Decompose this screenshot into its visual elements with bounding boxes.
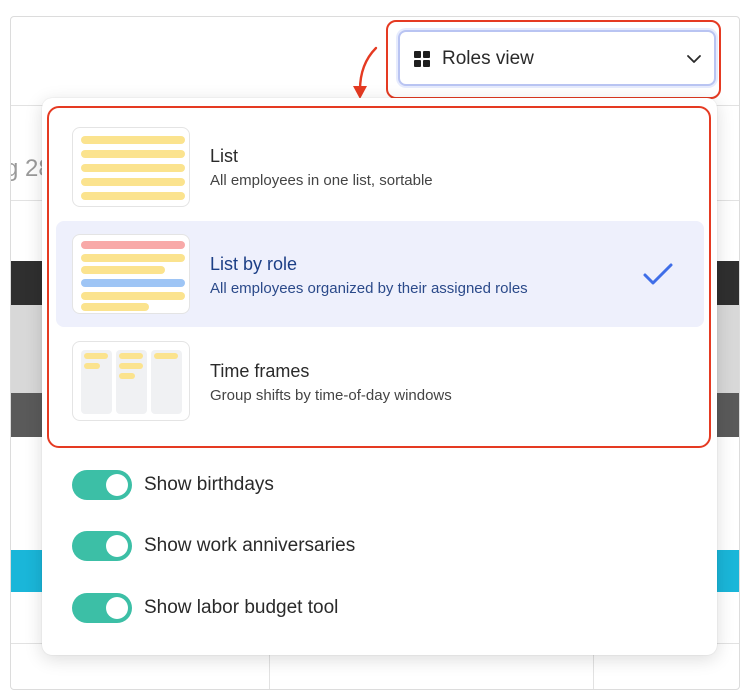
toggle-knob xyxy=(106,597,128,619)
toggle-knob xyxy=(106,474,128,496)
option-description: All employees organized by their assigne… xyxy=(210,280,528,297)
toggle-switch[interactable] xyxy=(72,531,132,561)
view-select-button[interactable]: Roles view xyxy=(398,30,716,86)
option-time-frames[interactable]: Time frames Group shifts by time-of-day … xyxy=(56,327,704,433)
list-by-role-thumbnail xyxy=(72,234,190,314)
option-title: List xyxy=(210,146,239,166)
option-list[interactable]: List All employees in one list, sortable xyxy=(56,120,704,226)
list-thumbnail xyxy=(72,127,190,207)
grid-icon xyxy=(414,51,430,67)
checkmark-icon xyxy=(643,263,673,285)
annotation-arrow-icon xyxy=(353,46,378,99)
option-title: Time frames xyxy=(210,361,310,381)
option-list-by-role[interactable]: List by role All employees organized by … xyxy=(56,221,704,327)
toggle-knob xyxy=(106,535,128,557)
time-frames-thumbnail xyxy=(72,341,190,421)
toggle-label: Show birthdays xyxy=(144,474,274,495)
option-description: Group shifts by time-of-day windows xyxy=(210,387,452,404)
toggle-switch[interactable] xyxy=(72,470,132,500)
toggle-label: Show labor budget tool xyxy=(144,597,339,618)
chevron-down-icon xyxy=(687,55,701,63)
option-title: List by role xyxy=(210,254,298,274)
option-description: All employees in one list, sortable xyxy=(210,172,433,189)
toggle-switch[interactable] xyxy=(72,593,132,623)
view-select-label: Roles view xyxy=(442,48,534,69)
toggle-label: Show work anniversaries xyxy=(144,535,356,556)
